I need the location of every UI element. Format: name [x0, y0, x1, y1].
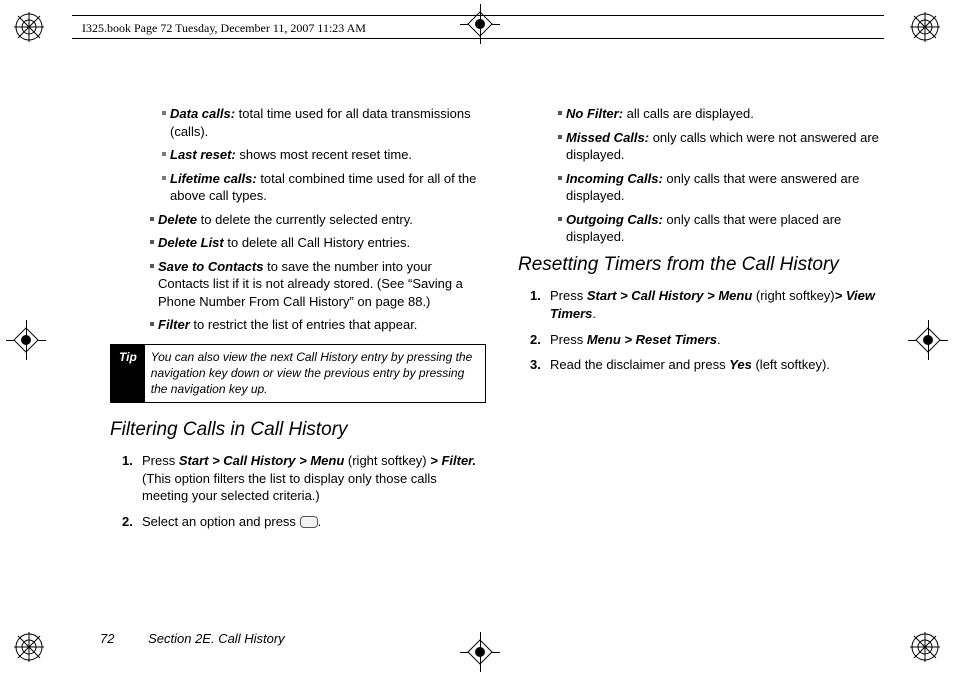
- term-label: Delete: [158, 212, 197, 227]
- crop-mark-icon: [908, 320, 948, 360]
- term-label: Outgoing Calls:: [566, 212, 663, 227]
- step-text: .: [717, 332, 721, 347]
- menu-path: Start > Call History > Menu: [587, 288, 752, 303]
- term-label: Incoming Calls:: [566, 171, 663, 186]
- registration-mark-icon: [910, 632, 940, 662]
- term-label: Filter: [158, 317, 190, 332]
- list-item: Outgoing Calls: only calls that were pla…: [518, 211, 894, 246]
- step-number: 1.: [530, 287, 541, 305]
- term-label: Save to Contacts: [158, 259, 263, 274]
- step-number: 2.: [530, 331, 541, 349]
- step-item: 2. Select an option and press .: [110, 513, 486, 531]
- crop-mark-icon: [460, 632, 500, 672]
- step-text: Select an option and press: [142, 514, 300, 529]
- step-text: .: [592, 306, 596, 321]
- right-column: No Filter: all calls are displayed. Miss…: [518, 105, 894, 622]
- term-text: shows most recent reset time.: [236, 147, 412, 162]
- step-number: 3.: [530, 356, 541, 374]
- list-item: No Filter: all calls are displayed.: [518, 105, 894, 123]
- section-heading: Filtering Calls in Call History: [110, 417, 486, 443]
- list-item: Lifetime calls: total combined time used…: [110, 170, 486, 205]
- crop-mark-icon: [6, 320, 46, 360]
- registration-mark-icon: [14, 632, 44, 662]
- menu-path: Start > Call History > Menu: [179, 453, 344, 468]
- term-label: Data calls:: [170, 106, 235, 121]
- term-text: to restrict the list of entries that app…: [190, 317, 418, 332]
- term-label: No Filter:: [566, 106, 623, 121]
- step-text: Read the disclaimer and press: [550, 357, 729, 372]
- step-text: (left softkey).: [752, 357, 830, 372]
- term-label: Missed Calls:: [566, 130, 649, 145]
- step-item: 2. Press Menu > Reset Timers.: [518, 331, 894, 349]
- step-text: (This option filters the list to display…: [142, 471, 437, 504]
- step-number: 1.: [122, 452, 133, 470]
- tip-callout: Tip You can also view the next Call Hist…: [110, 344, 486, 403]
- registration-mark-icon: [910, 12, 940, 42]
- step-text: Press: [142, 453, 179, 468]
- softkey-label: Yes: [729, 357, 752, 372]
- term-label: Last reset:: [170, 147, 236, 162]
- header-rule: [72, 15, 884, 16]
- left-column: Data calls: total time used for all data…: [110, 105, 486, 622]
- term-text: to delete the currently selected entry.: [197, 212, 413, 227]
- page-footer: 72 Section 2E. Call History: [100, 631, 285, 646]
- step-text: (right softkey): [344, 453, 430, 468]
- page-content: Data calls: total time used for all data…: [110, 105, 894, 622]
- tip-label: Tip: [111, 345, 145, 402]
- list-item: Last reset: shows most recent reset time…: [110, 146, 486, 164]
- term-label: Delete List: [158, 235, 224, 250]
- list-item: Incoming Calls: only calls that were ans…: [518, 170, 894, 205]
- list-item: Delete List to delete all Call History e…: [110, 234, 486, 252]
- step-text: .: [318, 514, 322, 529]
- ok-key-icon: [300, 516, 318, 528]
- menu-path: Menu > Reset Timers: [587, 332, 717, 347]
- list-item: Filter to restrict the list of entries t…: [110, 316, 486, 334]
- step-text: (right softkey): [752, 288, 834, 303]
- running-head: I325.book Page 72 Tuesday, December 11, …: [82, 21, 366, 36]
- list-item: Data calls: total time used for all data…: [110, 105, 486, 140]
- list-item: Missed Calls: only calls which were not …: [518, 129, 894, 164]
- step-text: Press: [550, 332, 587, 347]
- header-rule: [72, 38, 884, 39]
- step-item: 1. Press Start > Call History > Menu (ri…: [518, 287, 894, 322]
- page-number: 72: [100, 631, 114, 646]
- list-item: Delete to delete the currently selected …: [110, 211, 486, 229]
- registration-mark-icon: [14, 12, 44, 42]
- footer-section: Section 2E. Call History: [148, 631, 285, 646]
- list-item: Save to Contacts to save the number into…: [110, 258, 486, 311]
- step-text: Press: [550, 288, 587, 303]
- step-item: 1. Press Start > Call History > Menu (ri…: [110, 452, 486, 505]
- tip-text: You can also view the next Call History …: [145, 345, 485, 402]
- section-heading: Resetting Timers from the Call History: [518, 252, 894, 278]
- term-label: Lifetime calls:: [170, 171, 257, 186]
- step-item: 3. Read the disclaimer and press Yes (le…: [518, 356, 894, 374]
- term-text: to delete all Call History entries.: [224, 235, 410, 250]
- step-number: 2.: [122, 513, 133, 531]
- menu-path: > Filter.: [430, 453, 476, 468]
- term-text: all calls are displayed.: [623, 106, 754, 121]
